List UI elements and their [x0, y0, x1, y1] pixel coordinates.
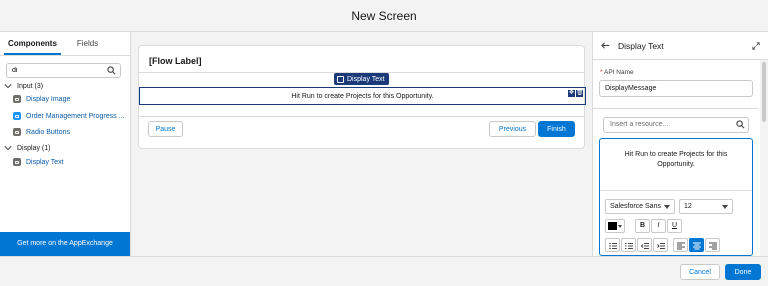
modal-footer: Cancel Done: [0, 256, 768, 286]
progress-icon: [13, 112, 21, 120]
group-label: Display (1): [17, 144, 51, 152]
component-tools: ✥ 🗑: [568, 90, 584, 97]
appexchange-button[interactable]: Get more on the AppExchange: [0, 232, 130, 256]
cancel-button[interactable]: Cancel: [680, 264, 720, 280]
component-item-display-text[interactable]: Display Text: [13, 158, 129, 166]
screen-card: [Flow Label] Display Text Hit Run to cre…: [138, 45, 586, 149]
divider: [139, 116, 584, 117]
divider: [593, 108, 758, 109]
selected-component-tag-label: Display Text: [347, 75, 385, 83]
component-item-display-image[interactable]: Display Image: [13, 95, 129, 103]
color-swatch: [608, 222, 617, 230]
api-name-label: * API Name: [600, 69, 634, 76]
search-icon: [736, 120, 745, 129]
tab-fields[interactable]: Fields: [73, 32, 102, 55]
components-panel: Components Fields Input (3) Display Imag…: [0, 32, 131, 256]
component-search-input[interactable]: [7, 64, 103, 77]
align-right-icon: [709, 242, 717, 250]
divider: [600, 190, 752, 191]
component-search: [6, 63, 121, 78]
font-size-select[interactable]: 12: [679, 199, 733, 214]
expand-icon[interactable]: [752, 42, 760, 50]
align-center-button[interactable]: [689, 238, 704, 252]
finish-button[interactable]: Finish: [538, 121, 575, 137]
move-icon[interactable]: ✥: [568, 90, 575, 97]
indent-button[interactable]: [653, 238, 668, 252]
outdent-icon: [641, 243, 649, 249]
underline-button[interactable]: U: [667, 219, 682, 233]
align-left-icon: [677, 242, 685, 250]
screen-canvas: [Flow Label] Display Text Hit Run to cre…: [131, 32, 592, 256]
component-item-label: Radio Buttons: [26, 128, 70, 136]
text-icon: [13, 158, 21, 166]
bulleted-list-icon: [609, 242, 617, 250]
resource-search-placeholder: Insert a resource...: [610, 121, 669, 128]
text-color-picker[interactable]: [605, 219, 625, 233]
resource-search-input[interactable]: Insert a resource...: [603, 117, 749, 133]
font-family-select[interactable]: Salesforce Sans: [605, 199, 675, 214]
bold-button[interactable]: B: [635, 219, 650, 233]
image-icon: [13, 95, 21, 103]
properties-title: Display Text: [618, 40, 664, 51]
caret-down-icon: [664, 205, 670, 209]
component-item-label: Display Text: [26, 158, 64, 166]
outdent-button[interactable]: [637, 238, 652, 252]
delete-icon[interactable]: 🗑: [576, 90, 584, 97]
modal-title: New Screen: [351, 9, 417, 23]
align-left-button[interactable]: [673, 238, 688, 252]
flow-label: [Flow Label]: [149, 56, 202, 66]
selected-component-tag: Display Text: [334, 73, 389, 85]
editor-text[interactable]: Hit Run to create Projects for this Oppo…: [610, 150, 742, 170]
radio-icon: [13, 128, 21, 136]
align-center-icon: [693, 242, 701, 250]
done-button[interactable]: Done: [725, 264, 761, 280]
modal-header: New Screen: [0, 0, 768, 32]
group-display[interactable]: Display (1): [4, 144, 50, 152]
text-icon: [337, 75, 344, 83]
component-item-order-management-progress[interactable]: Order Management Progress ...: [13, 112, 129, 120]
rich-text-editor[interactable]: Hit Run to create Projects for this Oppo…: [599, 138, 753, 256]
indent-icon: [657, 243, 665, 249]
back-arrow-icon[interactable]: [601, 41, 610, 50]
caret-down-icon: [722, 205, 728, 209]
chevron-down-icon: [4, 146, 12, 151]
pause-button[interactable]: Pause: [148, 121, 183, 137]
numbered-list-icon: [625, 243, 633, 249]
search-icon: [107, 66, 116, 75]
group-label: Input (3): [17, 82, 44, 90]
chevron-down-icon: [4, 84, 12, 89]
scrollbar-thumb[interactable]: [762, 62, 766, 122]
align-right-button[interactable]: [705, 238, 720, 252]
properties-header: Display Text: [593, 32, 768, 60]
previous-button[interactable]: Previous: [489, 121, 536, 137]
properties-panel: Display Text * API Name DisplayMessage I…: [592, 32, 768, 256]
panel-tabs: Components Fields: [0, 32, 130, 56]
font-family-value: Salesforce Sans: [610, 203, 661, 210]
bulleted-list-button[interactable]: [605, 238, 620, 252]
display-text-content: Hit Run to create Projects for this Oppo…: [291, 92, 434, 100]
numbered-list-button[interactable]: [621, 238, 636, 252]
component-item-radio-buttons[interactable]: Radio Buttons: [13, 128, 129, 136]
display-text-component[interactable]: Hit Run to create Projects for this Oppo…: [139, 87, 586, 105]
properties-scrollbar[interactable]: [760, 60, 768, 256]
tab-components[interactable]: Components: [4, 32, 61, 55]
italic-button[interactable]: I: [651, 219, 666, 233]
caret-down-icon: [618, 225, 622, 228]
group-input[interactable]: Input (3): [4, 82, 43, 90]
component-item-label: Order Management Progress ...: [26, 112, 125, 120]
component-item-label: Display Image: [26, 95, 71, 103]
font-size-value: 12: [684, 203, 692, 210]
api-name-input[interactable]: DisplayMessage: [599, 80, 753, 97]
